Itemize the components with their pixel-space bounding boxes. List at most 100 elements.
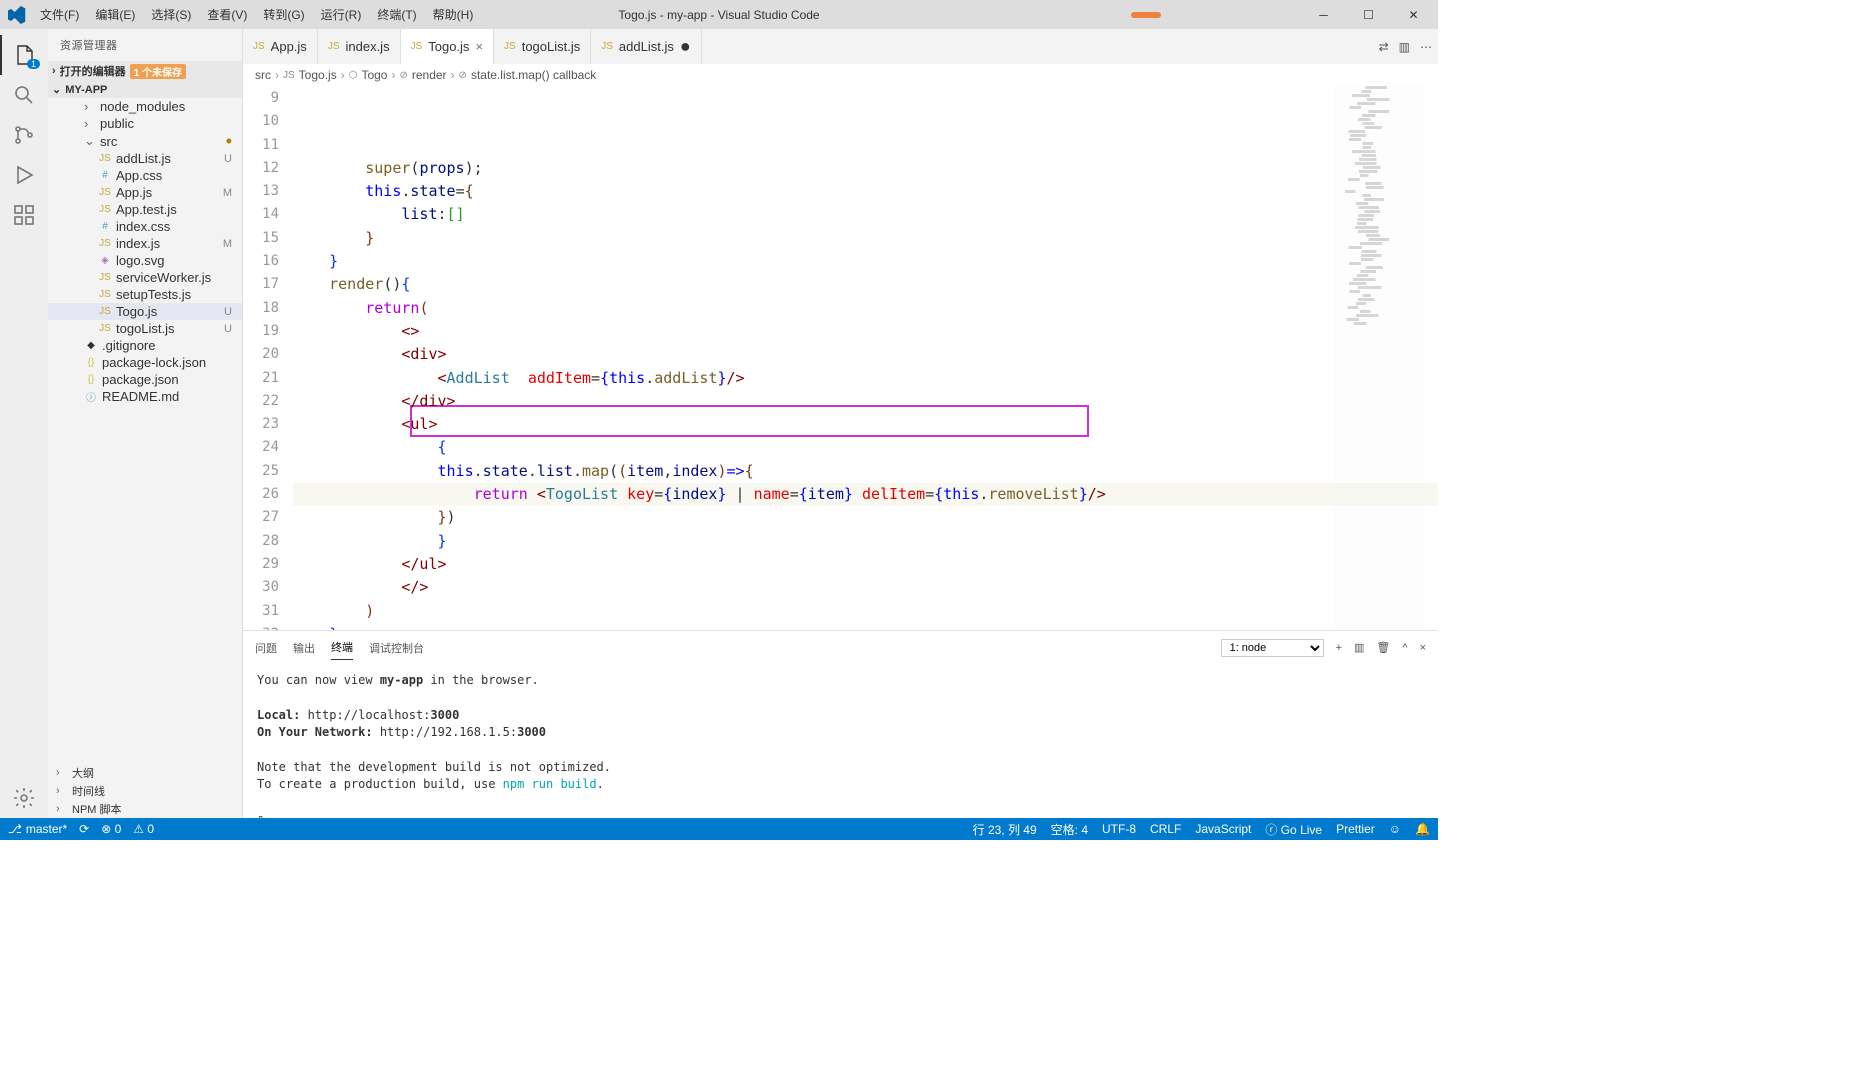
statusbar-item[interactable]: 🔔 — [1415, 821, 1430, 838]
extensions-icon[interactable] — [0, 195, 48, 235]
file-item[interactable]: JSserviceWorker.js — [48, 269, 242, 286]
sidebar-section-footer[interactable]: ›大纲 — [48, 764, 242, 782]
statusbar-item[interactable]: ☺ — [1389, 821, 1401, 838]
file-item[interactable]: {}package.json — [48, 371, 242, 388]
file-item[interactable]: JSaddList.jsU — [48, 150, 242, 167]
panel-tab[interactable]: 调试控制台 — [369, 636, 424, 660]
split-terminal-icon[interactable]: ▥ — [1354, 641, 1364, 654]
statusbar-item[interactable]: CRLF — [1150, 821, 1181, 838]
file-item[interactable]: JSsetupTests.js — [48, 286, 242, 303]
menu-item[interactable]: 终端(T) — [369, 2, 424, 27]
update-indicator[interactable] — [1131, 12, 1161, 18]
panel-tab[interactable]: 终端 — [331, 635, 353, 660]
run-debug-icon[interactable] — [0, 155, 48, 195]
breadcrumb-segment[interactable]: src — [255, 68, 271, 82]
explorer-icon[interactable]: 1 — [0, 35, 48, 75]
editor-tab[interactable]: JSApp.js — [243, 29, 318, 64]
code-line[interactable]: <div> — [293, 343, 1438, 366]
statusbar-item[interactable]: UTF-8 — [1102, 821, 1136, 838]
code-line[interactable]: this.state.list.map((item,index)=>{ — [293, 460, 1438, 483]
folder-item[interactable]: ⌄src• — [48, 132, 242, 150]
statusbar-item[interactable]: ⓡ Go Live — [1265, 821, 1322, 838]
statusbar-item[interactable]: Prettier — [1336, 821, 1375, 838]
breadcrumb-segment[interactable]: state.list.map() callback — [471, 68, 596, 82]
code-line[interactable]: } — [293, 227, 1438, 250]
search-icon[interactable] — [0, 75, 48, 115]
menu-item[interactable]: 转到(G) — [255, 2, 312, 27]
maximize-panel-icon[interactable]: ^ — [1402, 642, 1407, 654]
terminal-selector[interactable]: 1: node — [1221, 639, 1324, 657]
file-item[interactable]: JStogoList.jsU — [48, 320, 242, 337]
menu-item[interactable]: 运行(R) — [313, 2, 370, 27]
file-item[interactable]: #index.css — [48, 218, 242, 235]
close-panel-icon[interactable]: × — [1420, 642, 1426, 654]
code-line[interactable]: return <TogoList key={index} | name={ite… — [293, 483, 1438, 506]
menu-item[interactable]: 查看(V) — [199, 2, 255, 27]
code-content[interactable]: super(props); this.state={ list:[] } } r… — [293, 86, 1438, 630]
source-control-icon[interactable] — [0, 115, 48, 155]
code-line[interactable]: <ul> — [293, 413, 1438, 436]
code-editor[interactable]: 9101112131415161718192021222324252627282… — [243, 86, 1438, 630]
menu-item[interactable]: 帮助(H) — [425, 2, 482, 27]
code-line[interactable]: <AddList addItem={this.addList}/> — [293, 367, 1438, 390]
sidebar-section-footer[interactable]: ›时间线 — [48, 782, 242, 800]
errors-item[interactable]: ⊗ 0 — [101, 822, 121, 836]
minimap[interactable] — [1334, 86, 1424, 630]
file-item[interactable]: JSTogo.jsU — [48, 303, 242, 320]
breadcrumb-segment[interactable]: Togo.js — [299, 68, 337, 82]
code-line[interactable]: <> — [293, 320, 1438, 343]
folder-item[interactable]: ›public — [48, 115, 242, 132]
sync-item[interactable]: ⟳ — [79, 822, 89, 836]
code-line[interactable]: render(){ — [293, 273, 1438, 296]
split-icon[interactable]: ▥ — [1399, 40, 1410, 54]
sidebar-section-footer[interactable]: ›NPM 脚本 — [48, 800, 242, 818]
code-line[interactable]: } — [293, 530, 1438, 553]
code-line[interactable]: }) — [293, 506, 1438, 529]
file-item[interactable]: #App.css — [48, 167, 242, 184]
code-line[interactable]: } — [293, 623, 1438, 630]
editor-tab[interactable]: JSTogo.js× — [401, 29, 494, 64]
code-line[interactable]: return( — [293, 297, 1438, 320]
kill-terminal-icon[interactable]: 🗑 — [1376, 641, 1390, 654]
file-item[interactable]: ◈logo.svg — [48, 252, 242, 269]
editor-tab[interactable]: JStogoList.js — [494, 29, 591, 64]
code-line[interactable]: </div> — [293, 390, 1438, 413]
code-line[interactable]: } — [293, 250, 1438, 273]
file-item[interactable]: JSApp.test.js — [48, 201, 242, 218]
editor-tab[interactable]: JSindex.js — [318, 29, 401, 64]
file-item[interactable]: JSApp.jsM — [48, 184, 242, 201]
close-button[interactable]: ✕ — [1391, 0, 1436, 29]
warnings-item[interactable]: ⚠ 0 — [133, 822, 154, 836]
compare-icon[interactable]: ⇄ — [1379, 40, 1389, 54]
statusbar-item[interactable]: JavaScript — [1195, 821, 1251, 838]
terminal-output[interactable]: You can now view my-app in the browser. … — [243, 664, 1438, 818]
open-editors-section[interactable]: › 打开的编辑器 1 个未保存 — [48, 61, 242, 81]
breadcrumb-segment[interactable]: render — [412, 68, 447, 82]
file-item[interactable]: ⓘREADME.md — [48, 388, 242, 405]
minimize-button[interactable]: ─ — [1301, 0, 1346, 29]
breadcrumb[interactable]: src›JSTogo.js›⬡Togo›⊘render›⊘state.list.… — [243, 64, 1438, 86]
code-line[interactable]: ) — [293, 600, 1438, 623]
file-item[interactable]: ◆.gitignore — [48, 337, 242, 354]
new-terminal-icon[interactable]: + — [1336, 642, 1342, 654]
settings-gear-icon[interactable] — [0, 778, 48, 818]
code-line[interactable]: </ul> — [293, 553, 1438, 576]
code-line[interactable]: </> — [293, 576, 1438, 599]
statusbar-item[interactable]: 空格: 4 — [1051, 821, 1088, 838]
panel-tab[interactable]: 问题 — [255, 636, 277, 660]
file-item[interactable]: JSindex.jsM — [48, 235, 242, 252]
menu-item[interactable]: 编辑(E) — [87, 2, 143, 27]
panel-tab[interactable]: 输出 — [293, 636, 315, 660]
statusbar-item[interactable]: 行 23, 列 49 — [973, 821, 1037, 838]
code-line[interactable]: super(props); — [293, 157, 1438, 180]
more-icon[interactable]: ⋯ — [1420, 40, 1432, 54]
file-item[interactable]: {}package-lock.json — [48, 354, 242, 371]
maximize-button[interactable]: ☐ — [1346, 0, 1391, 29]
workspace-header[interactable]: ⌄ MY-APP — [48, 81, 242, 98]
code-line[interactable]: { — [293, 436, 1438, 459]
git-branch-item[interactable]: ⎇ master* — [8, 822, 67, 836]
menu-item[interactable]: 文件(F) — [32, 2, 87, 27]
code-line[interactable]: list:[] — [293, 203, 1438, 226]
code-line[interactable]: this.state={ — [293, 180, 1438, 203]
breadcrumb-segment[interactable]: Togo — [361, 68, 387, 82]
